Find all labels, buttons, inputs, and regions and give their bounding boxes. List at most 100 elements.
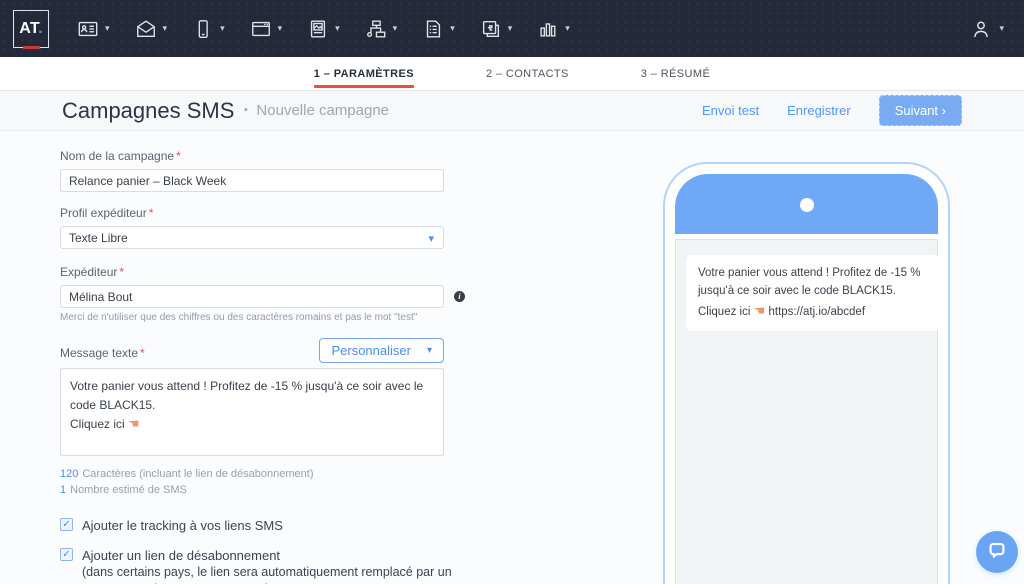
step-parametres[interactable]: 1 – PARAMÈTRES [313, 60, 414, 88]
chevron-down-icon: ▾ [277, 23, 283, 33]
required-mark: * [140, 346, 145, 360]
personalize-button[interactable]: Personnaliser ▾ [319, 338, 444, 363]
form-list-icon [422, 18, 444, 40]
chevron-down-icon: ▾ [426, 344, 432, 356]
sender-profile-select[interactable]: Texte Libre ▾ [60, 226, 444, 249]
phone-top-bezel [675, 174, 938, 234]
nav-item-contacts[interactable]: ▾ [75, 14, 112, 44]
nav-item-reports[interactable]: ▾ [535, 14, 572, 44]
sms-message-bubble: Votre panier vous attend ! Profitez de -… [686, 255, 940, 332]
required-mark: * [119, 265, 125, 279]
sender-profile-value: Texte Libre [69, 230, 128, 245]
sms-count: 1 [60, 484, 67, 496]
step-label: 1 – PARAMÈTRES [313, 67, 414, 80]
nav-item-sms[interactable]: ▾ [190, 14, 227, 44]
chevron-down-icon: ▾ [220, 23, 225, 33]
pointing-hand-icon: ☚ [128, 416, 140, 432]
chevron-down-icon: ▾ [335, 23, 340, 33]
step-underline [486, 85, 569, 88]
logo-underline [23, 45, 40, 49]
step-label: 2 – CONTACTS [485, 67, 569, 80]
page-subtitle: Nouvelle campagne [256, 102, 390, 119]
page-title: Campagnes SMS [62, 97, 235, 123]
save-button[interactable]: Enregistrer [787, 103, 851, 118]
page-link-icon [480, 18, 502, 40]
envelope-icon [135, 18, 157, 40]
browser-window-icon [250, 18, 272, 40]
tracking-checkbox-label: Ajouter le tracking à vos liens SMS [82, 518, 283, 533]
message-label: Message texte * [60, 346, 145, 360]
pointing-hand-icon: ☚ [753, 302, 766, 318]
chevron-down-icon: ▾ [105, 23, 110, 33]
bar-chart-icon [537, 18, 559, 40]
chevron-down-icon: ▾ [162, 23, 168, 33]
step-underline [641, 85, 710, 88]
message-textarea[interactable]: Votre panier vous attend ! Profitez de -… [60, 368, 444, 456]
phone-camera-dot [799, 198, 814, 212]
user-icon [969, 17, 993, 41]
campaign-form: Nom de la campagne * Relance panier – Bla… [60, 149, 465, 584]
sender-profile-label: Profil expéditeur * [60, 206, 154, 220]
nav-item-landing-pages[interactable]: ▾ [248, 14, 285, 44]
app-logo[interactable]: AT. [13, 9, 49, 49]
unsubscribe-option-row: ✓ Ajouter un lien de désabonnement (dans… [60, 547, 452, 584]
required-mark: * [176, 149, 181, 163]
chevron-down-icon: ▾ [428, 233, 434, 245]
mobile-icon [192, 18, 214, 40]
step-contacts[interactable]: 2 – CONTACTS [486, 60, 569, 88]
page-header: Campagnes SMS · Nouvelle campagne Envoi … [0, 91, 1024, 131]
campaign-name-label: Nom de la campagne * [60, 149, 181, 163]
nav-item-forms[interactable]: ▾ [420, 14, 457, 44]
tracking-checkbox[interactable]: ✓ [60, 518, 73, 531]
nav-menu: ▾ ▾ ▾ ▾ ▾ ▾ ▾ ▾ ▾ [75, 14, 572, 44]
app-logo-text: AT. [19, 19, 43, 37]
sms-counters: 120 Caractères (incluant le lien de désab… [60, 466, 444, 498]
active-step-underline [313, 84, 414, 88]
workflow-icon [365, 18, 387, 40]
preview-line1: Votre panier vous attend ! Profitez de -… [698, 267, 921, 297]
campaign-name-input[interactable]: Relance panier – Black Week [60, 169, 444, 192]
nav-item-email[interactable]: ▾ [133, 14, 170, 44]
step-label: 3 – RÉSUMÉ [640, 67, 711, 80]
sender-label: Expéditeur * [60, 265, 125, 279]
char-count-line: 120 Caractères (incluant le lien de désab… [60, 468, 314, 480]
title-separator: · [243, 100, 250, 120]
chevron-down-icon: ▾ [999, 23, 1004, 33]
unsubscribe-checkbox[interactable]: ✓ [60, 548, 73, 561]
nav-item-templates[interactable]: ▾ [305, 14, 342, 44]
sms-phone-preview: Votre panier vous attend ! Profitez de -… [663, 162, 950, 584]
next-button[interactable]: Suivant › [878, 95, 962, 126]
header-actions: Envoi test Enregistrer Suivant › [702, 95, 962, 126]
wizard-steps: 1 – PARAMÈTRES 2 – CONTACTS 3 – RÉSUMÉ [0, 57, 1024, 91]
send-test-button[interactable]: Envoi test [702, 103, 759, 118]
tracking-option-row: ✓ Ajouter le tracking à vos liens SMS [60, 517, 444, 534]
preview-short-link: https://atj.io/abcdef [768, 305, 866, 318]
step-resume[interactable]: 3 – RÉSUMÉ [641, 60, 710, 88]
sender-help-text: Merci de n'utiliser que des chiffres ou … [60, 312, 418, 323]
sms-count-line: 1 Nombre estimé de SMS [60, 484, 187, 496]
chevron-down-icon: ▾ [507, 23, 513, 33]
address-card-icon [77, 18, 99, 40]
chat-bubble-icon [986, 539, 1008, 566]
message-line1: Votre panier vous attend ! Profitez de -… [70, 379, 424, 412]
campaign-name-value: Relance panier – Black Week [69, 173, 227, 188]
chevron-down-icon: ▾ [450, 23, 455, 33]
required-mark: * [148, 206, 154, 220]
info-icon[interactable]: i [454, 291, 465, 302]
nav-item-integrations[interactable]: ▾ [478, 14, 515, 44]
phone-screen: Votre panier vous attend ! Profitez de -… [675, 239, 940, 584]
unsubscribe-detail-text: (dans certains pays, le lien sera automa… [82, 565, 452, 584]
sender-input[interactable]: Mélina Bout [60, 285, 444, 308]
message-line2: Cliquez ici [70, 417, 125, 432]
char-count: 120 [60, 468, 79, 480]
nav-item-automations[interactable]: ▾ [363, 14, 400, 44]
personalize-label: Personnaliser [331, 343, 411, 358]
chat-widget-button[interactable] [976, 531, 1018, 573]
sender-value: Mélina Bout [69, 289, 133, 304]
chevron-down-icon: ▾ [392, 23, 398, 33]
top-navbar: AT. ▾ ▾ ▾ ▾ ▾ ▾ ▾ ▾ ▾ ▾ [0, 0, 1024, 57]
chevron-down-icon: ▾ [565, 23, 570, 33]
template-image-icon [307, 18, 329, 40]
preview-line2: Cliquez ici [698, 305, 751, 318]
nav-item-account[interactable]: ▾ [967, 13, 1006, 45]
